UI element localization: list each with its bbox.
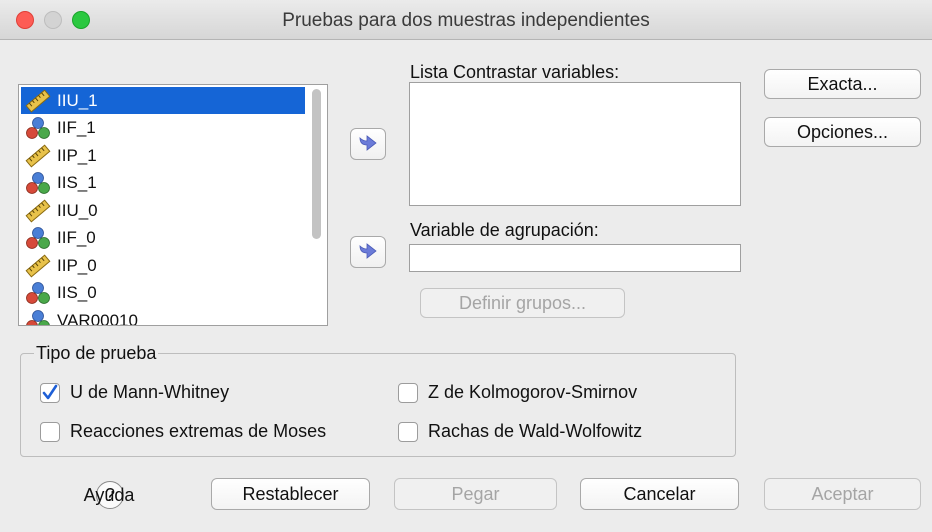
nominal-measure-icon xyxy=(25,171,51,195)
nominal-measure-icon xyxy=(25,309,51,325)
variable-label: VAR00010 xyxy=(57,310,138,326)
variable-list-item[interactable]: IIP_0 xyxy=(21,252,305,279)
accept-button[interactable]: Aceptar xyxy=(764,478,921,510)
grouping-variable-label: Variable de agrupación: xyxy=(410,220,599,240)
moses-option[interactable]: Reacciones extremas de Moses xyxy=(40,421,326,442)
kolmogorov-smirnov-option[interactable]: Z de Kolmogorov-Smirnov xyxy=(398,382,637,403)
variable-list-scrollbar[interactable] xyxy=(309,87,325,323)
nominal-measure-icon xyxy=(25,116,51,140)
variable-list-item[interactable]: IIU_1 xyxy=(21,87,305,114)
options-button[interactable]: Opciones... xyxy=(764,117,921,147)
title-bar: Pruebas para dos muestras independientes xyxy=(0,0,932,40)
ruler-icon xyxy=(25,199,51,223)
mann-whitney-checkbox[interactable] xyxy=(40,382,60,403)
moses-checkbox[interactable] xyxy=(40,421,60,442)
dialog-window: Pruebas para dos muestras independientes… xyxy=(0,0,932,532)
mann-whitney-label: U de Mann-Whitney xyxy=(70,382,230,402)
variable-label: IIF_0 xyxy=(57,228,96,247)
help-button[interactable]: Ayuda xyxy=(78,478,140,512)
move-to-grouping-button[interactable] xyxy=(350,236,386,268)
arrow-right-icon xyxy=(359,135,377,151)
variable-list-item[interactable]: IIU_0 xyxy=(21,197,305,224)
variable-label: IIU_1 xyxy=(57,90,98,110)
test-type-title: Tipo de prueba xyxy=(34,343,159,364)
scrollbar-thumb[interactable] xyxy=(312,89,321,239)
checkmark-icon xyxy=(42,384,58,399)
wald-wolfowitz-checkbox[interactable] xyxy=(398,421,418,442)
moses-label: Reacciones extremas de Moses xyxy=(70,421,327,441)
nominal-measure-icon xyxy=(25,281,51,305)
arrow-right-icon xyxy=(359,243,377,259)
ruler-icon xyxy=(25,144,51,168)
kolmogorov-smirnov-checkbox[interactable] xyxy=(398,382,418,403)
define-groups-button[interactable]: Definir grupos... xyxy=(420,288,625,318)
cancel-button[interactable]: Cancelar xyxy=(580,478,739,510)
variable-list-item[interactable]: IIS_1 xyxy=(21,170,305,197)
test-variable-list[interactable] xyxy=(409,82,741,206)
variable-label: IIU_0 xyxy=(57,200,98,220)
wald-wolfowitz-option[interactable]: Rachas de Wald-Wolfowitz xyxy=(398,421,642,442)
variable-label: IIF_1 xyxy=(57,118,96,137)
mann-whitney-option[interactable]: U de Mann-Whitney xyxy=(40,382,229,403)
window-title: Pruebas para dos muestras independientes xyxy=(282,10,650,31)
ruler-icon xyxy=(25,89,51,113)
reset-button[interactable]: Restablecer xyxy=(211,478,370,510)
source-variable-list[interactable]: IIU_1 IIF_1 IIP_1 IIS_1 IIU_0 IIF_0 IIP_0 IIS_0… xyxy=(18,84,328,326)
variable-label: IIS_0 xyxy=(57,283,97,302)
variable-list-item[interactable]: IIF_1 xyxy=(21,115,305,142)
ruler-icon xyxy=(25,254,51,278)
exact-button[interactable]: Exacta... xyxy=(764,69,921,99)
variable-label: IIS_1 xyxy=(57,173,97,192)
variable-list-item[interactable]: VAR00010 xyxy=(21,307,305,326)
variable-list-item[interactable]: IIP_1 xyxy=(21,142,305,169)
kolmogorov-smirnov-label: Z de Kolmogorov-Smirnov xyxy=(428,382,638,402)
variable-list-item[interactable]: IIF_0 xyxy=(21,225,305,252)
variable-label: IIP_1 xyxy=(57,145,97,165)
variable-label: IIP_0 xyxy=(57,255,97,275)
test-variable-list-label: Lista Contrastar variables: xyxy=(410,62,620,82)
move-to-test-list-button[interactable] xyxy=(350,128,386,160)
nominal-measure-icon xyxy=(25,226,51,250)
paste-button[interactable]: Pegar xyxy=(394,478,557,510)
variable-list-item[interactable]: IIS_0 xyxy=(21,280,305,307)
wald-wolfowitz-label: Rachas de Wald-Wolfowitz xyxy=(428,421,643,441)
grouping-variable-field[interactable] xyxy=(409,244,741,272)
